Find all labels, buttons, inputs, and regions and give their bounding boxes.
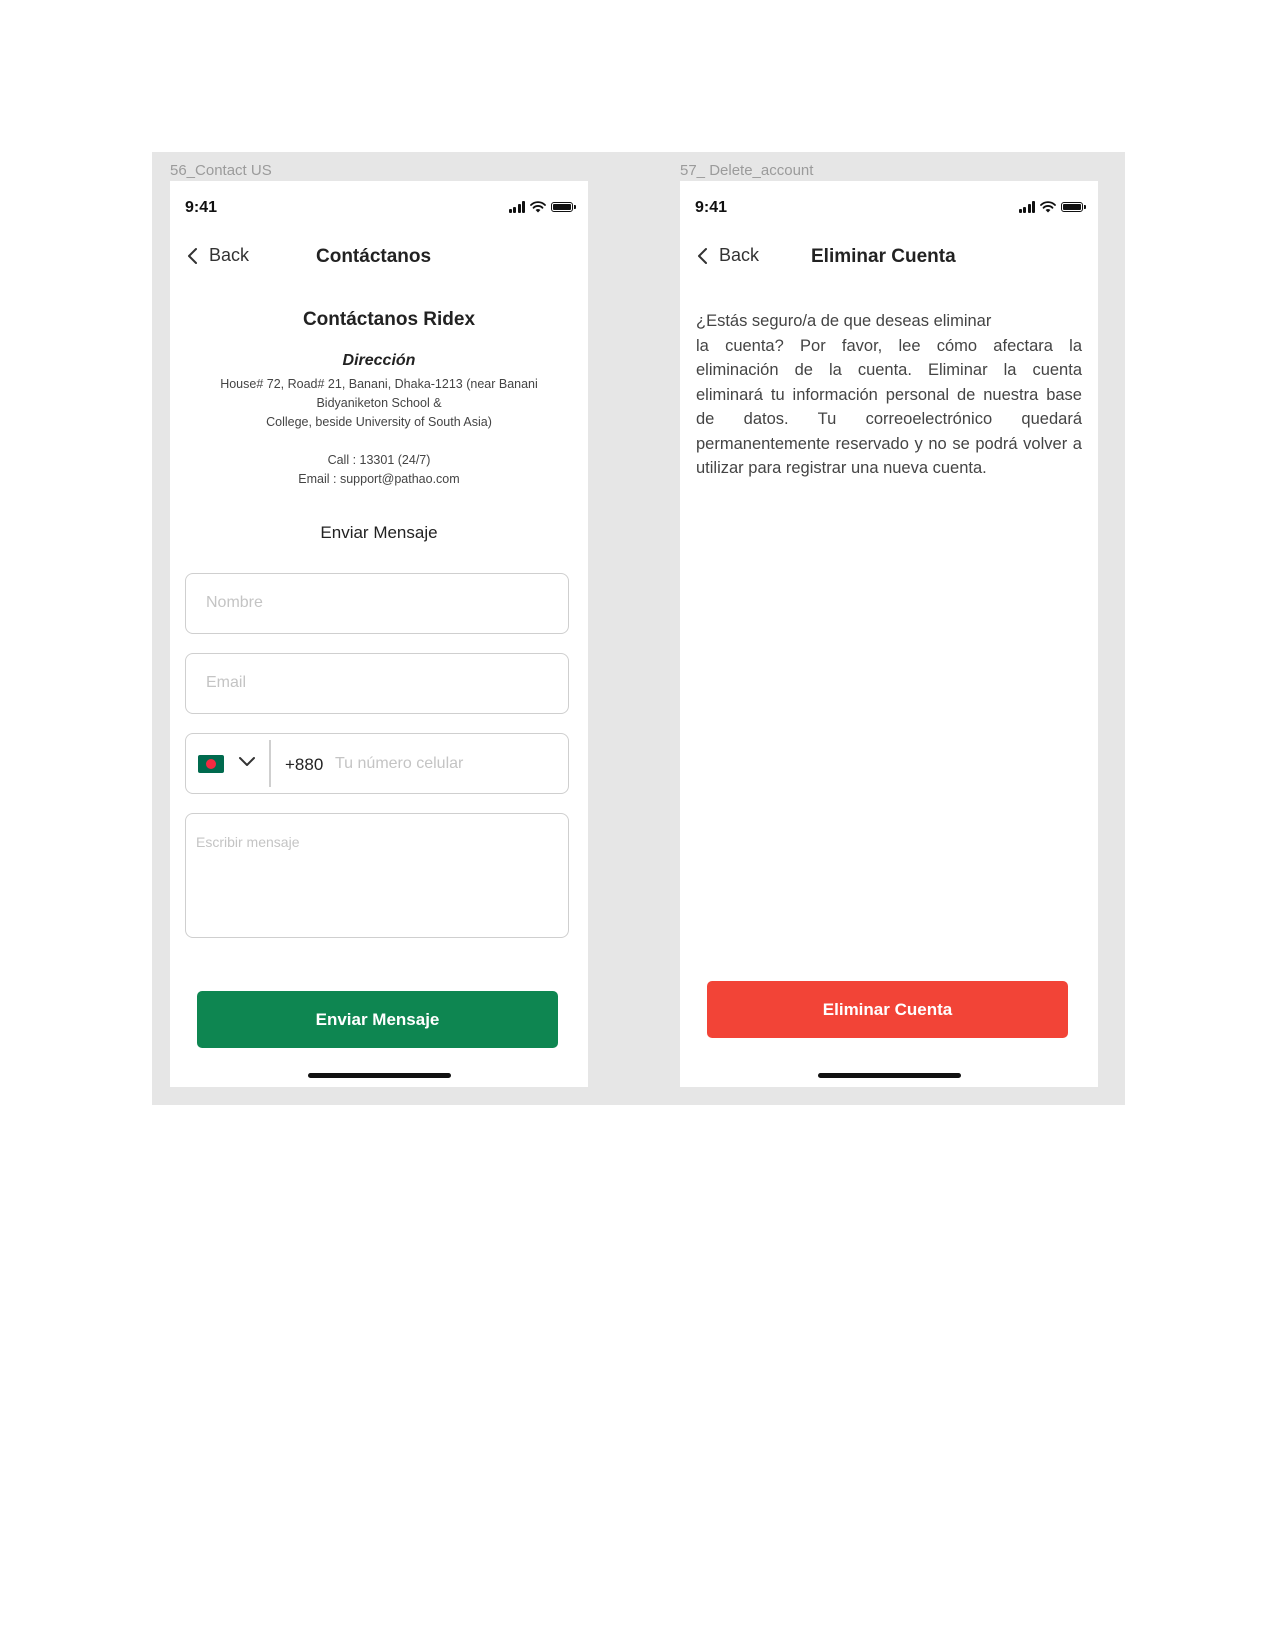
delete-account-screen: 9:41 Back Eliminar Cuenta ¿Estás seguro/… — [680, 181, 1098, 1087]
address-line-2: Bidyaniketon School & — [316, 396, 442, 410]
home-indicator — [308, 1073, 451, 1078]
delete-warning-first-line: ¿Estás seguro/a de que deseas eliminar — [696, 312, 992, 330]
page-title: Contáctanos — [316, 246, 432, 267]
address-line-3: College, beside University of South Asia… — [266, 415, 492, 429]
delete-warning-text: ¿Estás seguro/a de que deseas eliminar l… — [696, 309, 1082, 481]
nav-bar: Back Eliminar Cuenta — [695, 245, 1083, 275]
status-bar: 9:41 — [185, 199, 576, 221]
battery-icon — [1061, 202, 1086, 212]
back-label: Back — [719, 245, 760, 265]
email-info: Email : support@pathao.com — [298, 472, 460, 486]
address-line-1: House# 72, Road# 21, Banani, Dhaka-1213 … — [220, 377, 538, 391]
status-time: 9:41 — [695, 199, 728, 216]
name-placeholder: Nombre — [206, 594, 263, 611]
frame-label-delete: 57_ Delete_account — [680, 162, 814, 179]
email-placeholder: Email — [206, 674, 247, 691]
form-title: Enviar Mensaje — [320, 523, 438, 542]
contact-heading: Contáctanos Ridex — [302, 309, 476, 330]
signal-icon — [1018, 201, 1035, 213]
address-title: Dirección — [342, 352, 416, 369]
email-field[interactable]: Email — [185, 653, 569, 714]
status-bar: 9:41 — [695, 199, 1086, 221]
country-code: +880 — [285, 755, 324, 774]
delete-account-button[interactable]: Eliminar Cuenta — [707, 981, 1068, 1038]
home-indicator — [818, 1073, 961, 1078]
back-label: Back — [209, 245, 250, 265]
status-icons — [1018, 201, 1086, 213]
phone-field[interactable]: +880 Tu número celular — [185, 733, 569, 794]
chevron-left-icon — [698, 247, 707, 264]
page-title: Eliminar Cuenta — [811, 246, 956, 267]
contact-screen: 9:41 Back Contáctanos Contáctanos Ridex … — [170, 181, 588, 1087]
chevron-left-icon — [188, 247, 197, 264]
status-icons — [508, 201, 576, 213]
call-info: Call : 13301 (24/7) — [327, 453, 431, 467]
status-time: 9:41 — [185, 199, 218, 216]
back-button[interactable]: Back — [185, 245, 249, 266]
name-field[interactable]: Nombre — [185, 573, 569, 634]
phone-divider — [269, 740, 271, 787]
message-textarea[interactable]: Escribir mensaje — [185, 813, 569, 938]
design-canvas: 56_Contact US 9:41 Back Contáctanos Cont… — [152, 152, 1125, 1105]
bangladesh-flag-icon — [198, 755, 224, 773]
nav-bar: Back Contáctanos — [185, 245, 573, 275]
wifi-icon — [530, 201, 546, 213]
message-placeholder: Escribir mensaje — [196, 834, 300, 850]
frame-label-contact: 56_Contact US — [170, 162, 272, 179]
send-message-button[interactable]: Enviar Mensaje — [197, 991, 558, 1048]
battery-icon — [551, 202, 576, 212]
wifi-icon — [1040, 201, 1056, 213]
delete-warning-body: la cuenta? Por favor, lee cómo afectara … — [696, 336, 1082, 478]
back-button[interactable]: Back — [695, 245, 759, 266]
phone-placeholder: Tu número celular — [335, 755, 464, 772]
chevron-down-icon[interactable] — [238, 756, 256, 768]
signal-icon — [508, 201, 525, 213]
